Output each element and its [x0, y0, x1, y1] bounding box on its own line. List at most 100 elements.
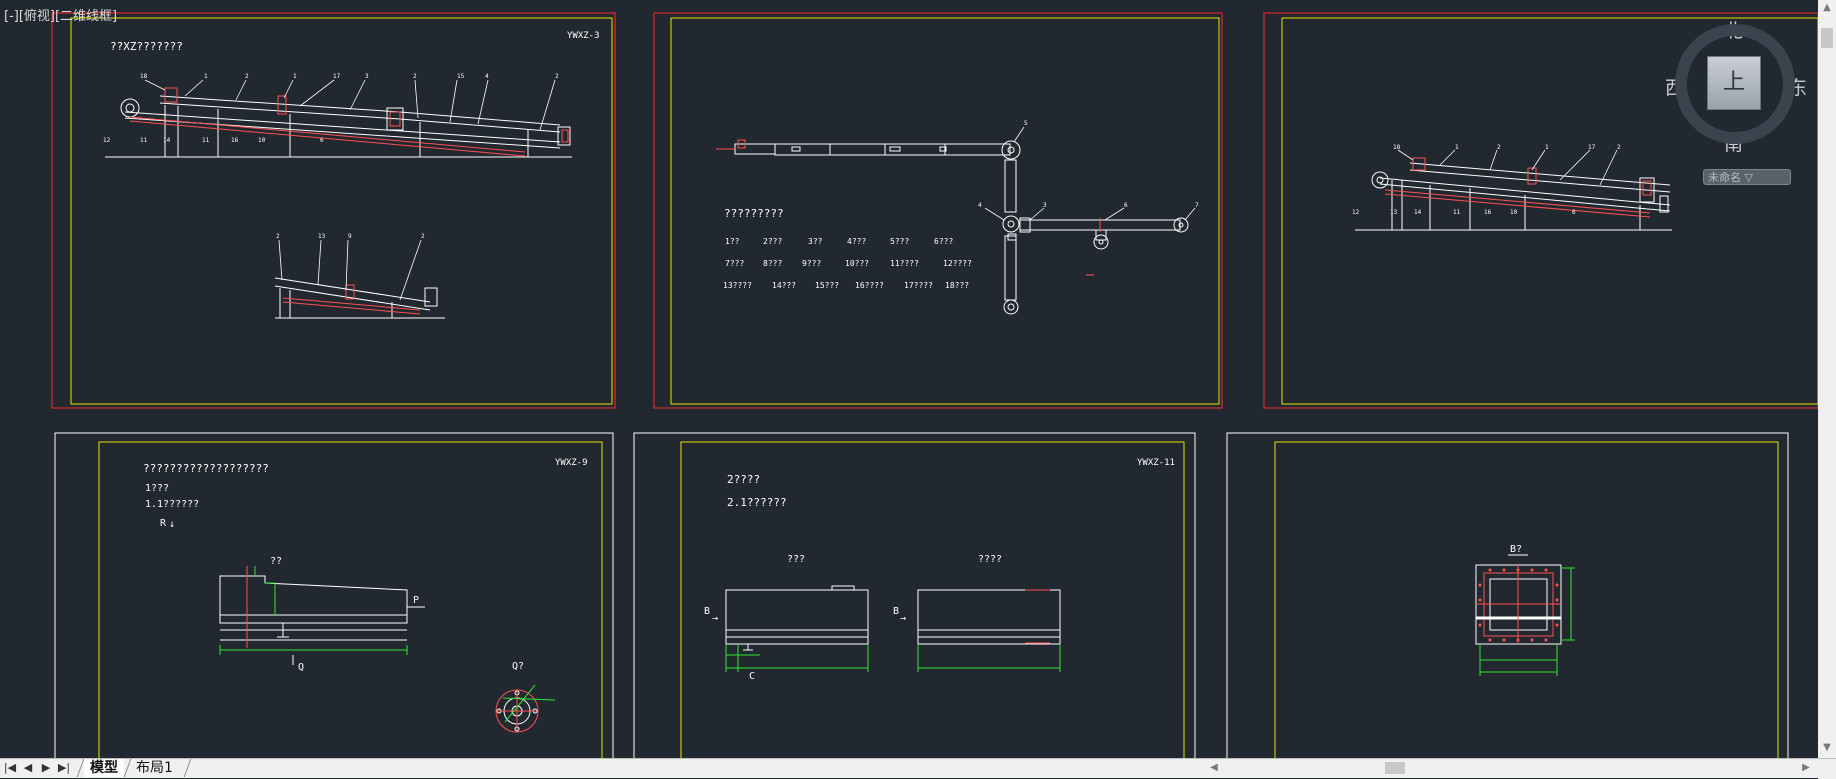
- callout-s3-5: 17: [1588, 144, 1596, 151]
- callout-s3-3: 2: [1497, 144, 1501, 151]
- svg-text:13????: 13????: [723, 281, 752, 290]
- callout-s1-3: 2: [245, 73, 249, 80]
- tab-layout1[interactable]: 布局1: [130, 759, 179, 777]
- sheet-2[interactable]: 5 4 3 6 7 ????????? 1?? 2??? 3?? 4??? 5?…: [653, 12, 1223, 409]
- sheet-5-line2: 2.1??????: [727, 496, 787, 509]
- callout-s1-14: 11: [202, 137, 210, 144]
- tab-divider-3: [183, 759, 192, 777]
- svg-text:14???: 14???: [772, 281, 796, 290]
- callout-s1-15: 16: [231, 137, 239, 144]
- callout-s1-11: 12: [103, 137, 111, 144]
- callout-s2-4: 6: [1124, 202, 1128, 209]
- sheet-5-label-c: C: [749, 671, 755, 682]
- callout-s3-12: 10: [1510, 209, 1518, 216]
- svg-text:8???: 8???: [763, 259, 782, 268]
- scrollbar-corner: [1818, 759, 1836, 779]
- sheet-4[interactable]: YWXZ-9 ??????????????????? 1??? 1.1?????…: [54, 432, 614, 758]
- callout-s3-4: 1: [1545, 144, 1549, 151]
- scroll-up-icon[interactable]: ▲: [1821, 2, 1833, 16]
- sheet-4-label-q2: Q?: [512, 661, 524, 672]
- sheet-5[interactable]: YWXZ-11 2???? 2.1?????? ??? ???? B → B →…: [633, 432, 1196, 758]
- callout-s3-8: 13: [1390, 209, 1398, 216]
- sheet-6[interactable]: B?: [1226, 432, 1789, 758]
- callout-s1-19: 13: [318, 233, 326, 240]
- callout-s1-13: 14: [163, 137, 171, 144]
- sheet-6-label-b: B?: [1510, 544, 1522, 555]
- callout-s1-20: 9: [348, 233, 352, 240]
- svg-text:11????: 11????: [890, 259, 919, 268]
- prev-tab-icon[interactable]: ◀: [21, 760, 35, 776]
- last-tab-icon[interactable]: ▶|: [57, 760, 71, 776]
- callout-s3-6: 2: [1617, 144, 1621, 151]
- callout-s1-4: 1: [293, 73, 297, 80]
- svg-text:1??: 1??: [725, 237, 740, 246]
- layout-tab-bar: |◀ ◀ ▶ ▶| 模型 布局1 ◀ ▶: [0, 758, 1836, 779]
- scroll-right-icon[interactable]: ▶: [1799, 761, 1813, 775]
- sheet-4-code: YWXZ-9: [555, 458, 588, 468]
- sheet-5-label-b1: B: [704, 606, 710, 617]
- flange-view: [495, 684, 556, 733]
- viewport-controls-label[interactable]: [-][俯视][二维线框]: [4, 5, 117, 24]
- scroll-down-icon[interactable]: ▼: [1821, 742, 1833, 756]
- sheet-4-line2: 1.1??????: [145, 499, 199, 510]
- svg-text:2???: 2???: [763, 237, 782, 246]
- sheet-2-title: ?????????: [724, 207, 784, 220]
- viewcube-top-face[interactable]: 上: [1707, 56, 1761, 110]
- vertical-scroll-thumb[interactable]: [1821, 28, 1833, 48]
- svg-text:7???: 7???: [725, 259, 744, 268]
- svg-text:18???: 18???: [945, 281, 969, 290]
- sheet-1-title: ??XZ???????: [110, 40, 183, 53]
- callout-s3-13: 6: [1572, 209, 1576, 216]
- next-tab-icon[interactable]: ▶: [39, 760, 53, 776]
- callout-s1-6: 3: [365, 73, 369, 80]
- sheet-5-line1: 2????: [727, 473, 760, 486]
- first-tab-icon[interactable]: |◀: [3, 760, 17, 776]
- sheet-4-label-p: P: [413, 595, 419, 606]
- svg-text:3??: 3??: [808, 237, 823, 246]
- viewcube[interactable]: 北 西 东 南 上 未命名 ▽: [1660, 10, 1818, 190]
- scroll-left-icon[interactable]: ◀: [1207, 761, 1221, 775]
- callout-s3-9: 14: [1414, 209, 1422, 216]
- callout-s2-2: 4: [978, 202, 982, 209]
- sheet-1-code: YWXZ-3: [567, 31, 600, 41]
- callout-s1-16: 10: [258, 137, 266, 144]
- callout-s2-1: 5: [1024, 120, 1028, 127]
- callout-s1-8: 15: [457, 73, 465, 80]
- sheet-4-view-label: ??: [270, 556, 282, 567]
- sheet-4-label-q: Q: [298, 662, 304, 673]
- sheet-4-label-r: R: [160, 518, 167, 529]
- drawing-viewport[interactable]: YWXZ-3 ??XZ??????? 18 1 2 1 17 3 2 15 4 …: [0, 0, 1818, 758]
- callout-s3-1: 18: [1393, 144, 1401, 151]
- callout-s1-1: 18: [140, 73, 148, 80]
- callout-s2-5: 7: [1195, 202, 1199, 209]
- svg-text:9???: 9???: [802, 259, 821, 268]
- arrow-right-icon: →: [712, 613, 718, 624]
- arrow-right-icon-2: →: [900, 613, 906, 624]
- sheet-2-legend: 1?? 2??? 3?? 4??? 5??? 6??? 7??? 8??? 9?…: [723, 237, 972, 290]
- sheet-5-view-a: ???: [787, 554, 805, 565]
- tab-model[interactable]: 模型: [84, 759, 124, 777]
- callout-s1-12: 11: [140, 137, 148, 144]
- sheet-1[interactable]: YWXZ-3 ??XZ??????? 18 1 2 1 17 3 2 15 4 …: [51, 12, 616, 409]
- sheet-4-title: ???????????????????: [143, 462, 269, 475]
- callout-s1-10: 2: [555, 73, 559, 80]
- vertical-scrollbar[interactable]: ▲ ▼: [1818, 0, 1836, 758]
- callout-s3-7: 12: [1352, 209, 1360, 216]
- horizontal-scrollbar[interactable]: ◀ ▶: [1205, 760, 1815, 776]
- svg-text:6???: 6???: [934, 237, 953, 246]
- callout-s1-18: 2: [276, 233, 280, 240]
- ucs-menu-button[interactable]: 未命名 ▽: [1703, 169, 1791, 185]
- callout-s3-10: 11: [1453, 209, 1461, 216]
- arrow-down-icon: ↓: [169, 519, 175, 530]
- horizontal-scroll-thumb[interactable]: [1385, 762, 1405, 774]
- callout-s1-2: 1: [204, 73, 208, 80]
- svg-text:10???: 10???: [845, 259, 869, 268]
- callout-s3-11: 16: [1484, 209, 1492, 216]
- svg-text:5???: 5???: [890, 237, 909, 246]
- cad-drawing-canvas[interactable]: YWXZ-3 ??XZ??????? 18 1 2 1 17 3 2 15 4 …: [0, 0, 1818, 758]
- svg-text:12????: 12????: [943, 259, 972, 268]
- svg-text:15???: 15???: [815, 281, 839, 290]
- callout-s1-7: 2: [413, 73, 417, 80]
- callout-s2-3: 3: [1043, 202, 1047, 209]
- callout-s1-21: 2: [421, 233, 425, 240]
